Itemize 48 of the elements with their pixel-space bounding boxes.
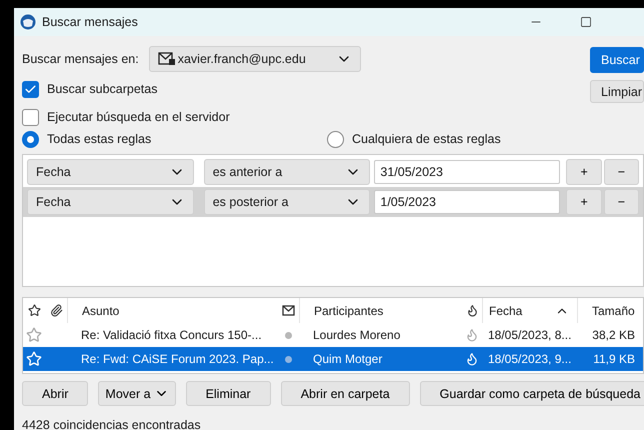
column-header[interactable]: Fecha — [482, 298, 577, 323]
value-field[interactable]: 1/05/2023 — [374, 190, 560, 214]
field-label: Buscar mensajes en: — [22, 52, 139, 66]
add-rule-button[interactable]: + — [566, 159, 602, 185]
checkbox[interactable] — [22, 80, 39, 98]
column-header[interactable]: Participantes — [299, 298, 462, 323]
status-text: 4428 coincidencias encontradas — [22, 418, 202, 430]
read-dot — [284, 332, 292, 338]
field-dropdown[interactable]: Fecha — [27, 159, 194, 185]
checkbox-label: Ejecutar búsqueda en el servidor — [47, 110, 230, 124]
action-button[interactable]: Guardar como carpeta de búsqueda — [420, 381, 644, 406]
checkbox[interactable] — [22, 108, 39, 126]
operator-dropdown[interactable]: es anterior a — [204, 159, 370, 185]
checkbox-label: Buscar subcarpetas — [47, 82, 158, 96]
radio-button[interactable] — [22, 130, 39, 148]
column-header[interactable]: Tamaño — [577, 298, 643, 323]
search-button[interactable]: Buscar — [590, 47, 644, 73]
operator-dropdown[interactable]: es posterior a — [204, 189, 370, 215]
remove-rule-button[interactable]: − — [604, 159, 640, 185]
action-button[interactable]: Mover a — [98, 381, 176, 406]
radio-label: Cualquiera de estas reglas — [352, 132, 501, 146]
radio-label: Todas estas reglas — [47, 132, 152, 146]
value-field[interactable]: 31/05/2023 — [374, 160, 560, 184]
check-icon — [24, 82, 37, 96]
maximize-icon[interactable] — [580, 16, 592, 28]
account-dropdown[interactable]: xavier.franch@upc.edu — [148, 46, 361, 72]
envelope-icon[interactable] — [282, 305, 294, 316]
read-dot — [284, 356, 292, 362]
mail-icon — [158, 52, 176, 66]
column-header[interactable]: Asunto — [67, 298, 277, 323]
thread-icon — [465, 328, 479, 342]
message-row[interactable]: Re: Fwd: CAiSE Forum 2023. Pap... Quim Motger 18/05/2023, 9... 11,9 KB — [23, 347, 643, 371]
radio-button[interactable] — [327, 130, 344, 148]
window-title: Buscar mensajes — [42, 15, 139, 29]
clear-button[interactable]: Limpiar — [590, 80, 644, 103]
star-icon[interactable] — [26, 327, 42, 343]
app-icon — [20, 14, 36, 30]
remove-rule-button[interactable]: − — [604, 189, 640, 215]
star-icon[interactable] — [28, 304, 40, 317]
action-button[interactable]: Abrir en carpeta — [280, 381, 410, 406]
action-button[interactable]: Abrir — [22, 381, 88, 406]
thread-icon — [465, 352, 479, 366]
thread-icon[interactable] — [466, 304, 478, 317]
message-row[interactable]: Re: Validació fitxa Concurs 150-... Lourdes Moreno 18/05/2023, 8... 38,2 KB — [23, 323, 643, 347]
action-button[interactable]: Eliminar — [186, 381, 271, 406]
paperclip-icon[interactable] — [50, 304, 62, 317]
field-dropdown[interactable]: Fecha — [27, 189, 194, 215]
add-rule-button[interactable]: + — [566, 189, 602, 215]
